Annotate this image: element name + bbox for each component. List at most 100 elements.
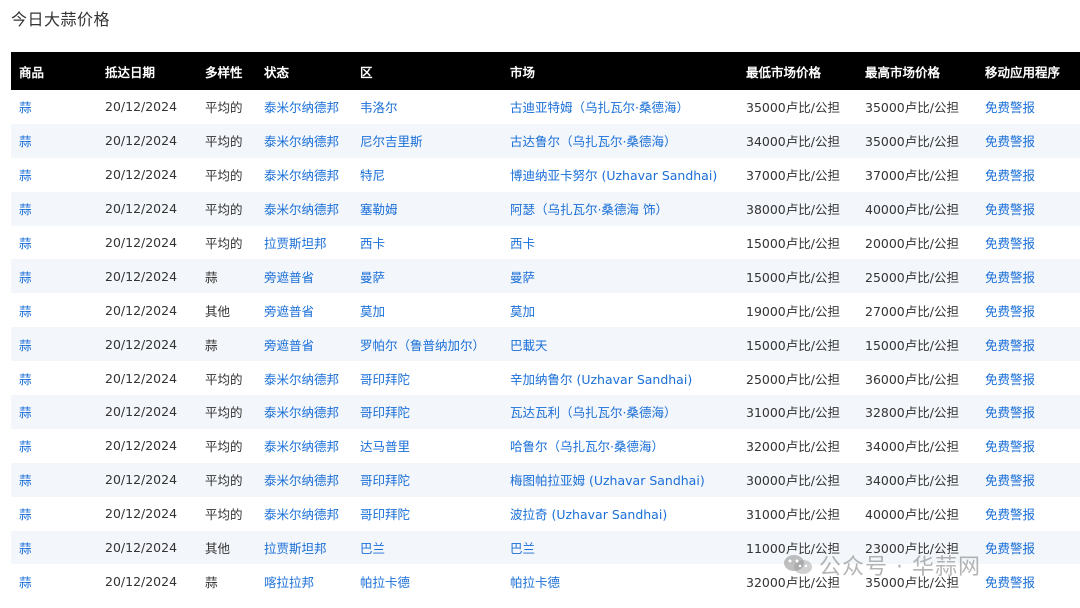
commodity-link[interactable]: 蒜: [11, 361, 97, 395]
state-link[interactable]: 旁遮普省: [256, 327, 352, 361]
table-row: 蒜 20/12/2024 平均的 泰米尔纳德邦 哥印拜陀 辛加纳鲁尔 (Uzhavar S…: [11, 361, 1080, 396]
free-alert-link[interactable]: 免费警报: [977, 192, 1080, 226]
district-link[interactable]: 哥印拜陀: [352, 361, 502, 395]
table-header-row: 商品 抵达日期 多样性 状态 区 市场 最低市场价格 最高市场价格 移动应用程序: [11, 52, 1080, 90]
table-row: 蒜 20/12/2024 平均的 拉贾斯坦邦 西卡 西卡 15000卢比/公担 20000卢比…: [11, 225, 1080, 260]
district-link[interactable]: 西卡: [352, 226, 502, 260]
free-alert-link[interactable]: 免费警报: [977, 429, 1080, 463]
market-link[interactable]: 阿瑟（乌扎瓦尔·桑德海 饰）: [502, 192, 738, 226]
min-price: 11000卢比/公担: [746, 541, 840, 557]
commodity-link[interactable]: 蒜: [11, 463, 97, 497]
district-link[interactable]: 达马普里: [352, 429, 502, 463]
market-link[interactable]: 莫加: [502, 293, 738, 327]
table-row: 蒜 20/12/2024 平均的 泰米尔纳德邦 哥印拜陀 瓦达瓦利（乌扎瓦尔·桑德海） 31…: [11, 395, 1080, 429]
market-link[interactable]: 辛加纳鲁尔 (Uzhavar Sandhai): [502, 361, 738, 395]
max-price: 20000卢比/公担: [865, 236, 959, 251]
column-header-commodity: 商品: [19, 64, 45, 80]
market-link[interactable]: 古达鲁尔（乌扎瓦尔·桑德海）: [502, 124, 738, 158]
state-link[interactable]: 拉贾斯坦邦: [256, 226, 352, 260]
commodity-link[interactable]: 蒜: [11, 226, 97, 260]
arrival-date: 20/12/2024: [105, 336, 178, 352]
district-link[interactable]: 哥印拜陀: [352, 497, 502, 531]
variety: 平均的: [205, 439, 243, 455]
free-alert-link[interactable]: 免费警报: [977, 395, 1080, 429]
table-row: 蒜 20/12/2024 平均的 泰米尔纳德邦 尼尔吉里斯 古达鲁尔（乌扎瓦尔·桑德海） 3…: [11, 123, 1080, 158]
district-link[interactable]: 帕拉卡德: [352, 564, 502, 598]
free-alert-link[interactable]: 免费警报: [977, 361, 1080, 395]
state-link[interactable]: 旁遮普省: [256, 259, 352, 293]
commodity-link[interactable]: 蒜: [11, 124, 97, 158]
state-link[interactable]: 泰米尔纳德邦: [256, 192, 352, 226]
market-link[interactable]: 瓦达瓦利（乌扎瓦尔·桑德海）: [502, 395, 738, 429]
market-link[interactable]: 波拉奇 (Uzhavar Sandhai): [502, 497, 738, 531]
free-alert-link[interactable]: 免费警报: [977, 293, 1080, 327]
table-row: 蒜 20/12/2024 其他 拉贾斯坦邦 巴兰 巴兰 11000卢比/公担 23000卢比/…: [11, 530, 1080, 565]
market-link[interactable]: 古迪亚特姆（乌扎瓦尔·桑德海）: [502, 90, 738, 124]
max-price: 36000卢比/公担: [865, 371, 959, 387]
district-link[interactable]: 特尼: [352, 158, 502, 192]
market-link[interactable]: 梅图帕拉亚姆 (Uzhavar Sandhai): [502, 463, 738, 497]
market-link[interactable]: 博迪纳亚卡努尔 (Uzhavar Sandhai): [502, 158, 738, 192]
arrival-date: 20/12/2024: [105, 302, 178, 318]
variety: 平均的: [205, 134, 243, 150]
commodity-link[interactable]: 蒜: [11, 531, 97, 565]
market-link[interactable]: 西卡: [502, 226, 738, 260]
state-link[interactable]: 泰米尔纳德邦: [256, 497, 352, 531]
commodity-link[interactable]: 蒜: [11, 564, 97, 598]
page-title: 今日大蒜价格: [11, 10, 111, 29]
state-link[interactable]: 旁遮普省: [256, 293, 352, 327]
variety: 平均的: [205, 405, 243, 421]
free-alert-link[interactable]: 免费警报: [977, 327, 1080, 361]
free-alert-link[interactable]: 免费警报: [977, 124, 1080, 158]
variety: 平均的: [205, 371, 243, 387]
district-link[interactable]: 尼尔吉里斯: [352, 124, 502, 158]
state-link[interactable]: 喀拉拉邦: [256, 564, 352, 598]
commodity-link[interactable]: 蒜: [11, 395, 97, 429]
free-alert-link[interactable]: 免费警报: [977, 564, 1080, 598]
district-link[interactable]: 巴兰: [352, 531, 502, 565]
min-price: 31000卢比/公担: [746, 507, 840, 523]
max-price: 15000卢比/公担: [865, 337, 959, 353]
state-link[interactable]: 泰米尔纳德邦: [256, 124, 352, 158]
district-link[interactable]: 韦洛尔: [352, 90, 502, 124]
state-link[interactable]: 泰米尔纳德邦: [256, 429, 352, 463]
free-alert-link[interactable]: 免费警报: [977, 259, 1080, 293]
commodity-link[interactable]: 蒜: [11, 158, 97, 192]
commodity-link[interactable]: 蒜: [11, 293, 97, 327]
district-link[interactable]: 哥印拜陀: [352, 463, 502, 497]
free-alert-link[interactable]: 免费警报: [977, 497, 1080, 531]
state-link[interactable]: 泰米尔纳德邦: [256, 90, 352, 124]
commodity-link[interactable]: 蒜: [11, 90, 97, 124]
market-link[interactable]: 巴載天: [502, 327, 738, 361]
table-body: 蒜 20/12/2024 平均的 泰米尔纳德邦 韦洛尔 古迪亚特姆（乌扎瓦尔·桑德海） 35…: [11, 90, 1080, 599]
free-alert-link[interactable]: 免费警报: [977, 158, 1080, 192]
district-link[interactable]: 哥印拜陀: [352, 395, 502, 429]
free-alert-link[interactable]: 免费警报: [977, 531, 1080, 565]
column-header-state: 状态: [264, 64, 290, 80]
state-link[interactable]: 泰米尔纳德邦: [256, 395, 352, 429]
district-link[interactable]: 塞勒姆: [352, 192, 502, 226]
market-link[interactable]: 哈鲁尔（乌扎瓦尔·桑德海）: [502, 429, 738, 463]
market-link[interactable]: 曼萨: [502, 259, 738, 293]
table-row: 蒜 20/12/2024 平均的 泰米尔纳德邦 塞勒姆 阿瑟（乌扎瓦尔·桑德海 饰） 380…: [11, 191, 1080, 226]
commodity-link[interactable]: 蒜: [11, 259, 97, 293]
district-link[interactable]: 莫加: [352, 293, 502, 327]
market-link[interactable]: 帕拉卡德: [502, 564, 738, 598]
table-row: 蒜 20/12/2024 蒜旁遮普省 曼萨 曼萨 15000卢比/公担 25000卢比/公担…: [11, 259, 1080, 294]
free-alert-link[interactable]: 免费警报: [977, 463, 1080, 497]
state-link[interactable]: 泰米尔纳德邦: [256, 158, 352, 192]
state-link[interactable]: 泰米尔纳德邦: [256, 463, 352, 497]
commodity-link[interactable]: 蒜: [11, 497, 97, 531]
district-link[interactable]: 罗帕尔（鲁普纳加尔）: [352, 327, 502, 361]
market-link[interactable]: 巴兰: [502, 531, 738, 565]
state-link[interactable]: 泰米尔纳德邦: [256, 361, 352, 395]
commodity-link[interactable]: 蒜: [11, 429, 97, 463]
arrival-date: 20/12/2024: [105, 370, 178, 386]
state-link[interactable]: 拉贾斯坦邦: [256, 531, 352, 565]
commodity-link[interactable]: 蒜: [11, 327, 97, 361]
free-alert-link[interactable]: 免费警报: [977, 90, 1080, 124]
commodity-link[interactable]: 蒜: [11, 192, 97, 226]
free-alert-link[interactable]: 免费警报: [977, 226, 1080, 260]
variety: 平均的: [205, 473, 243, 489]
district-link[interactable]: 曼萨: [352, 259, 502, 293]
